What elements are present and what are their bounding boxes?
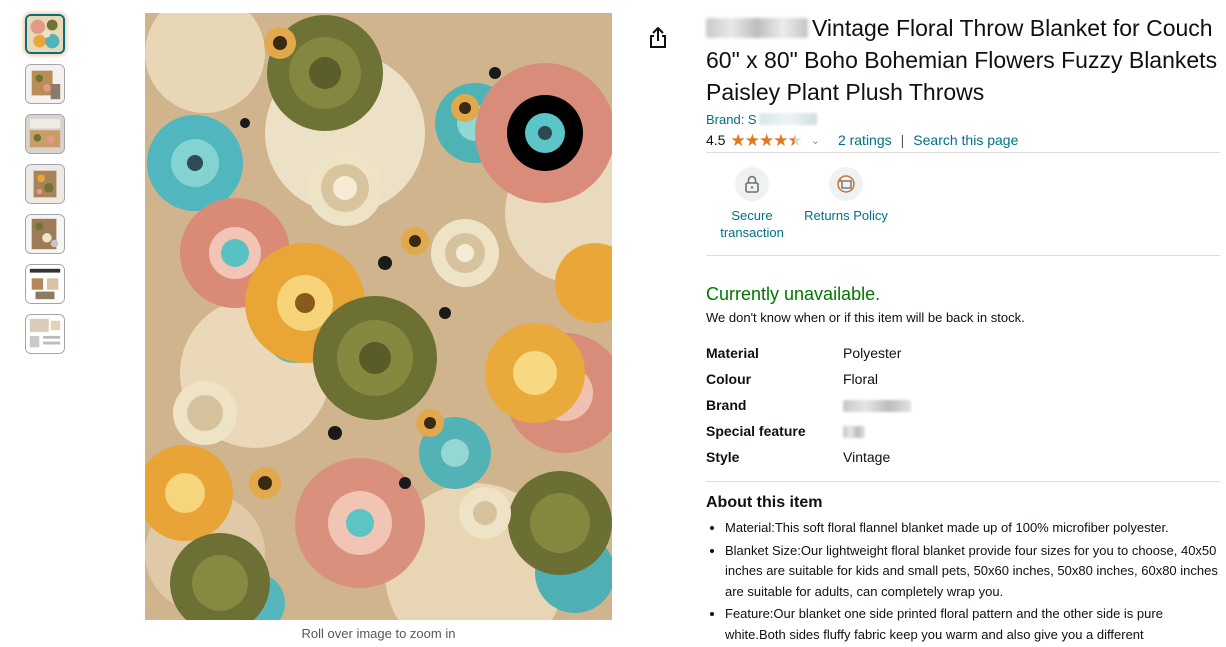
main-product-image[interactable]	[145, 13, 612, 620]
redacted-brand	[706, 18, 808, 38]
half-star-icon: ★	[787, 130, 802, 150]
rating-value: 4.5	[706, 132, 726, 148]
zoom-hint: Roll over image to zoom in	[301, 626, 456, 641]
thumbnail-2[interactable]	[25, 64, 65, 104]
spec-row-style: Style Vintage	[706, 444, 911, 470]
star-icon: ★	[758, 130, 774, 150]
share-icon[interactable]	[647, 26, 669, 50]
thumbnail-5[interactable]	[25, 214, 65, 254]
search-page-link[interactable]: Search this page	[913, 132, 1018, 148]
rating-row: 4.5 ★ ★ ★ ★ ★ ⌄ 2 ratings | Search this …	[706, 129, 1220, 151]
star-icon: ★	[773, 130, 788, 150]
product-details: Vintage Floral Throw Blanket for Couch 6…	[706, 12, 1220, 647]
about-bullet-list: Material:This soft floral flannel blanke…	[706, 518, 1220, 645]
returns-policy-badge[interactable]: Returns Policy	[800, 167, 892, 249]
redacted-brand-name	[758, 113, 817, 125]
divider	[706, 152, 1220, 153]
spec-row-brand: Brand	[706, 392, 911, 418]
spec-row-colour: Colour Floral	[706, 366, 911, 392]
spec-value	[843, 418, 911, 444]
spec-key: Style	[706, 449, 740, 465]
brand-link-text[interactable]: Brand: S	[706, 112, 757, 127]
separator: |	[900, 132, 905, 148]
spec-value	[843, 392, 911, 418]
lock-icon	[735, 167, 769, 201]
about-bullet: Feature:Our blanket one side printed flo…	[725, 604, 1220, 645]
trust-badges: Secure transaction Returns Policy	[706, 167, 1220, 249]
redacted-brand-value	[843, 400, 911, 413]
spec-key: Special feature	[706, 423, 806, 439]
availability-status: Currently unavailable.	[706, 284, 881, 304]
spec-key: Colour	[706, 371, 752, 387]
star-rating[interactable]: ★ ★ ★ ★ ★	[730, 130, 802, 150]
secure-transaction-badge[interactable]: Secure transaction	[706, 167, 798, 249]
availability-note: We don't know when or if this item will …	[706, 310, 1025, 325]
spec-value: Vintage	[843, 449, 891, 465]
thumbnail-1[interactable]	[25, 14, 65, 54]
thumbnail-strip	[25, 14, 69, 364]
spec-row-material: Material Polyester	[706, 340, 911, 366]
thumbnail-3[interactable]	[25, 114, 65, 154]
secure-transaction-label[interactable]: Secure transaction	[720, 208, 784, 240]
returns-policy-label[interactable]: Returns Policy	[804, 208, 888, 223]
returns-icon	[829, 167, 863, 201]
spec-key: Material	[706, 345, 759, 361]
divider	[706, 255, 1220, 256]
product-title: Vintage Floral Throw Blanket for Couch 6…	[706, 12, 1220, 108]
thumbnail-4[interactable]	[25, 164, 65, 204]
spec-value: Polyester	[843, 345, 902, 361]
spec-key: Brand	[706, 397, 747, 413]
floral-blanket-image	[145, 13, 612, 620]
star-icon: ★	[730, 130, 745, 150]
star-icon: ★	[744, 130, 760, 150]
spec-row-special-feature: Special feature	[706, 418, 911, 444]
thumbnail-7[interactable]	[25, 314, 65, 354]
redacted-feature-value	[843, 426, 865, 439]
about-bullet: Blanket Size:Our lightweight floral blan…	[725, 541, 1220, 603]
divider	[706, 481, 1220, 482]
product-specs-table: Material Polyester Colour Floral Brand S…	[706, 340, 911, 470]
about-heading: About this item	[706, 494, 823, 511]
spec-value: Floral	[843, 371, 879, 387]
chevron-down-icon[interactable]: ⌄	[811, 134, 820, 147]
ratings-link[interactable]: 2 ratings	[838, 132, 892, 148]
brand-link[interactable]: Brand: S	[706, 110, 1220, 128]
about-bullet: Material:This soft floral flannel blanke…	[725, 518, 1220, 539]
thumbnail-6[interactable]	[25, 264, 65, 304]
